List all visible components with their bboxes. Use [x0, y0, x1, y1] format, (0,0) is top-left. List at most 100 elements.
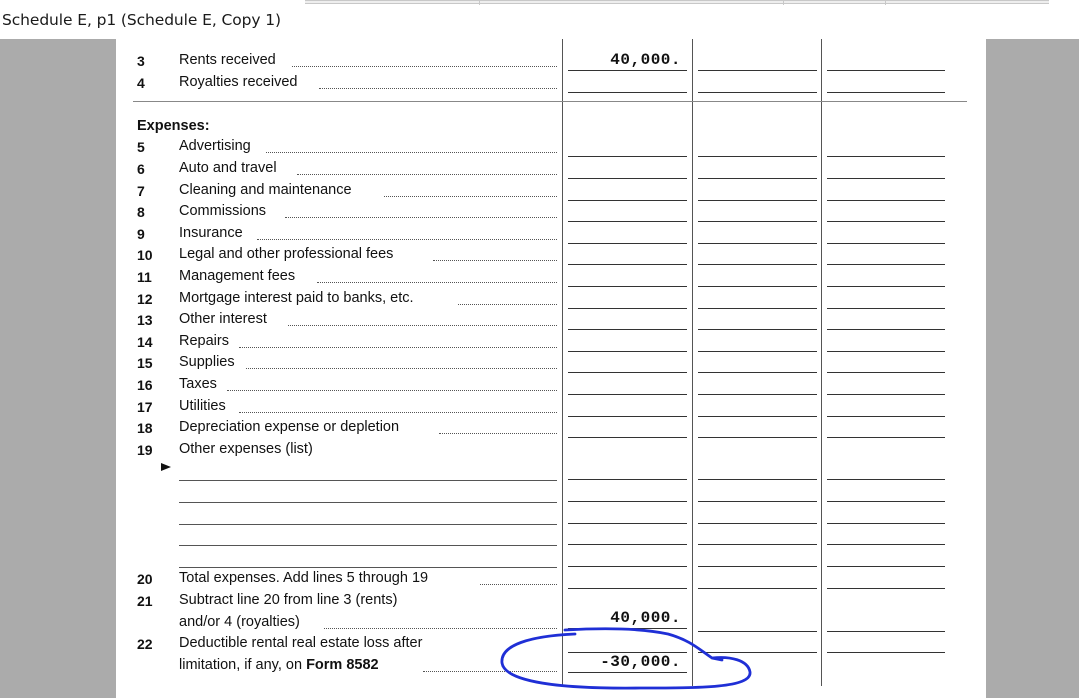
expense-amount-field-b[interactable]	[698, 420, 817, 438]
line-number: 4	[137, 75, 145, 91]
line-label: Other interest	[179, 311, 267, 327]
expense-amount-field-c[interactable]	[827, 247, 945, 265]
expense-amount-field-c[interactable]	[827, 377, 945, 395]
line-amount-field-b[interactable]	[698, 75, 817, 93]
expense-amount-field[interactable]	[568, 139, 687, 157]
line-number: 16	[137, 377, 153, 393]
net-income-field[interactable]: 40,000.	[568, 609, 687, 629]
expense-amount-field-b[interactable]	[698, 204, 817, 222]
expense-amount-field-c[interactable]	[827, 139, 945, 157]
other-expense-amount-field[interactable]	[568, 484, 687, 502]
expense-amount-field-c[interactable]	[827, 420, 945, 438]
expense-amount-field[interactable]	[568, 204, 687, 222]
section-divider	[133, 101, 967, 102]
other-expense-amount-field[interactable]	[568, 506, 687, 524]
other-expense-amount-field-c[interactable]	[827, 549, 945, 567]
expense-amount-field-b[interactable]	[698, 183, 817, 201]
other-expenses-list-line[interactable]	[179, 524, 557, 525]
deductible-loss-field-c[interactable]	[827, 635, 945, 653]
line-number: 17	[137, 399, 153, 415]
net-income-field-c[interactable]	[827, 614, 945, 632]
expense-amount-field-b[interactable]	[698, 161, 817, 179]
other-expense-amount-field[interactable]	[568, 527, 687, 545]
leader-dots	[292, 65, 557, 67]
expense-amount-field-b[interactable]	[698, 334, 817, 352]
deductible-loss-field-top[interactable]	[568, 635, 687, 653]
expense-amount-field[interactable]	[568, 355, 687, 373]
expense-amount-field-c[interactable]	[827, 399, 945, 417]
other-expense-amount-field[interactable]	[568, 462, 687, 480]
deductible-loss-field-b[interactable]	[698, 635, 817, 653]
expense-amount-field-c[interactable]	[827, 161, 945, 179]
expense-amount-field[interactable]	[568, 183, 687, 201]
expense-amount-field-b[interactable]	[698, 139, 817, 157]
expense-amount-field-c[interactable]	[827, 312, 945, 330]
other-expenses-list-line[interactable]	[179, 502, 557, 503]
line-amount-field-b[interactable]	[698, 53, 817, 71]
line-label: Auto and travel	[179, 160, 277, 176]
leader-dots	[227, 389, 557, 391]
deductible-loss-amount: -30,000.	[600, 653, 681, 671]
column-divider	[821, 39, 822, 686]
expense-amount-field[interactable]	[568, 312, 687, 330]
expense-amount-field-b[interactable]	[698, 312, 817, 330]
expense-amount-field[interactable]	[568, 334, 687, 352]
total-expenses-field[interactable]	[568, 571, 687, 589]
deductible-loss-field[interactable]: -30,000.	[568, 653, 687, 673]
expense-amount-field[interactable]	[568, 420, 687, 438]
line-amount-field[interactable]	[568, 75, 687, 93]
expense-amount-field-b[interactable]	[698, 377, 817, 395]
line-number: 7	[137, 183, 145, 199]
other-expense-amount-field-b[interactable]	[698, 462, 817, 480]
other-expense-amount-field-c[interactable]	[827, 462, 945, 480]
line-number: 6	[137, 161, 145, 177]
other-expense-amount-field-b[interactable]	[698, 549, 817, 567]
net-income-field-b[interactable]	[698, 614, 817, 632]
expense-amount-field[interactable]	[568, 377, 687, 395]
line-label: Legal and other professional fees	[179, 246, 394, 262]
expense-amount-field[interactable]	[568, 226, 687, 244]
line-label: Repairs	[179, 333, 229, 349]
expense-amount-field-b[interactable]	[698, 291, 817, 309]
line-number: 18	[137, 420, 153, 436]
total-expenses-field-c[interactable]	[827, 571, 945, 589]
expense-amount-field-c[interactable]	[827, 269, 945, 287]
other-expense-amount-field[interactable]	[568, 549, 687, 567]
expense-amount-field[interactable]	[568, 269, 687, 287]
expense-amount-field-b[interactable]	[698, 269, 817, 287]
other-expenses-list-line[interactable]	[179, 545, 557, 546]
line-label: Cleaning and maintenance	[179, 182, 352, 198]
expense-amount-field[interactable]	[568, 399, 687, 417]
other-expenses-list-line[interactable]	[179, 567, 557, 568]
other-expense-amount-field-b[interactable]	[698, 527, 817, 545]
line-amount-field[interactable]: 40,000.	[568, 51, 687, 71]
line-label: Taxes	[179, 376, 217, 392]
leader-dots	[285, 216, 557, 218]
expense-amount-field-c[interactable]	[827, 183, 945, 201]
line-label: Advertising	[179, 138, 251, 154]
expense-amount-field-c[interactable]	[827, 334, 945, 352]
other-expense-amount-field-b[interactable]	[698, 506, 817, 524]
other-expense-amount-field-c[interactable]	[827, 484, 945, 502]
line-amount-field-c[interactable]	[827, 53, 945, 71]
expense-amount-field-c[interactable]	[827, 355, 945, 373]
expense-amount-field-c[interactable]	[827, 226, 945, 244]
expense-amount-field-b[interactable]	[698, 247, 817, 265]
other-expense-amount-field-c[interactable]	[827, 506, 945, 524]
expense-amount-field-b[interactable]	[698, 355, 817, 373]
expense-amount-field-c[interactable]	[827, 204, 945, 222]
expense-amount-field[interactable]	[568, 291, 687, 309]
other-expenses-list-line[interactable]	[179, 480, 557, 481]
expense-amount-field[interactable]	[568, 161, 687, 179]
page-background-left	[0, 39, 116, 698]
expense-amount-field-c[interactable]	[827, 291, 945, 309]
line-number: 22	[137, 636, 153, 652]
total-expenses-field-b[interactable]	[698, 571, 817, 589]
expense-amount-field-b[interactable]	[698, 226, 817, 244]
expense-amount-field-b[interactable]	[698, 399, 817, 417]
other-expense-amount-field-b[interactable]	[698, 484, 817, 502]
other-expense-amount-field-c[interactable]	[827, 527, 945, 545]
expense-amount-field[interactable]	[568, 247, 687, 265]
line-amount-field-c[interactable]	[827, 75, 945, 93]
leader-dots	[297, 173, 557, 175]
